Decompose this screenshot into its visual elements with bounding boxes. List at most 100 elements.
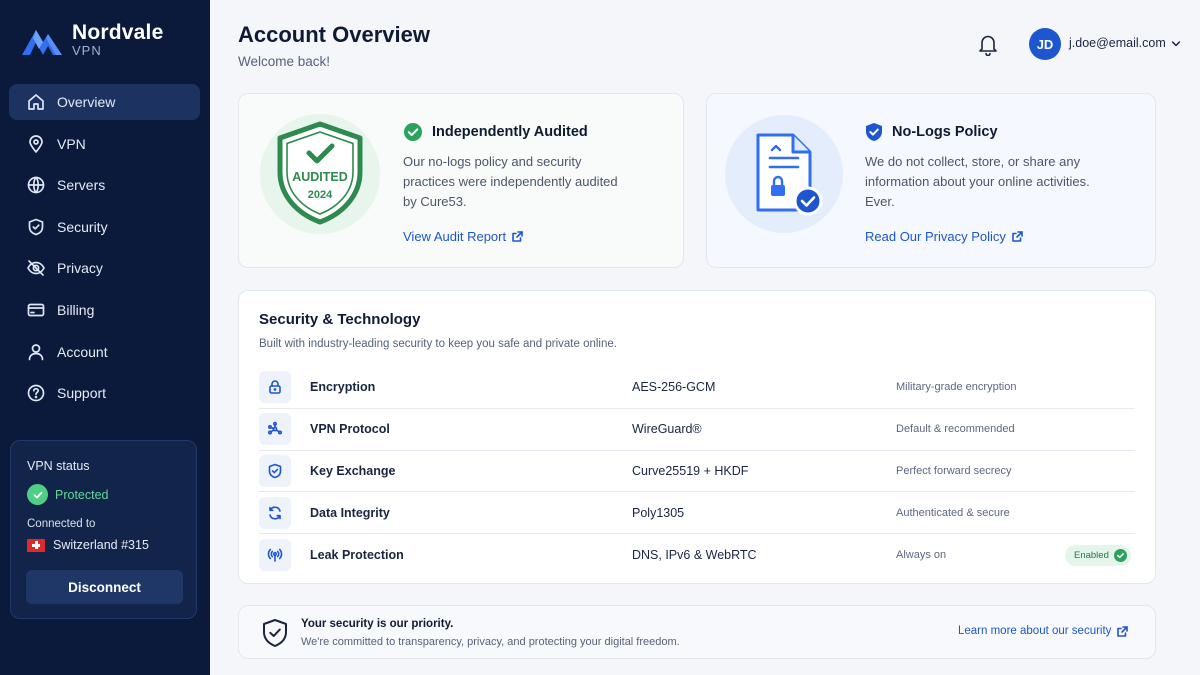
page-subtitle: Welcome back!: [238, 54, 331, 69]
security-table: Encryption AES-256-GCM Military-grade en…: [259, 367, 1135, 576]
audit-card-body: Our no-logs policy and security practice…: [403, 152, 618, 212]
vpn-status-title: VPN status: [27, 459, 90, 473]
shield-check-icon: [866, 123, 882, 141]
sidebar-item-support[interactable]: Support: [9, 375, 200, 411]
connected-server: Switzerland #315: [53, 538, 149, 552]
security-row-note: Authenticated & secure: [896, 506, 1010, 519]
check-circle-icon: [27, 484, 48, 505]
no-logs-body-line: We do not collect, store, or share any: [865, 154, 1081, 169]
home-icon: [28, 94, 44, 110]
security-row-note: Military-grade encryption: [896, 381, 1017, 394]
sidebar-item-privacy[interactable]: Privacy: [9, 250, 200, 286]
sidebar-item-security[interactable]: Security: [9, 209, 200, 245]
help-circle-icon: [27, 384, 45, 402]
disconnect-button[interactable]: Disconnect: [26, 570, 183, 604]
shield-check-icon: [259, 454, 291, 487]
vpn-status-row: Protected: [27, 484, 109, 505]
security-row-note: Perfect forward secrecy: [896, 464, 1012, 477]
audited-shield-icon: AUDITED 2024: [277, 121, 363, 225]
sidebar-item-label: Security: [57, 218, 108, 235]
nordvale-logo-icon: [22, 30, 62, 55]
lock-icon: [259, 371, 291, 404]
badge-year: 2024: [308, 189, 333, 201]
badge-text: AUDITED: [292, 170, 348, 184]
security-row-value: Curve25519 + HKDF: [632, 463, 749, 478]
sidebar-item-label: Privacy: [57, 260, 103, 277]
sidebar-item-billing[interactable]: Billing: [9, 292, 200, 328]
table-row: VPN Protocol WireGuard® Default & recomm…: [259, 409, 1135, 451]
sidebar-nav: Overview VPN Servers Security Privacy Bi…: [9, 84, 200, 417]
secure-document-icon: [756, 133, 823, 216]
user-icon: [28, 343, 44, 360]
globe-icon: [27, 176, 45, 194]
sidebar-item-label: Overview: [57, 94, 116, 110]
swiss-flag-icon: [27, 538, 45, 552]
table-row: Key Exchange Curve25519 + HKDF Perfect f…: [259, 451, 1135, 493]
brand[interactable]: Nordvale VPN: [20, 22, 163, 58]
no-logs-card-body: We do not collect, store, or share any i…: [865, 152, 1090, 212]
connected-label: Connected to: [27, 518, 96, 530]
security-row-value: DNS, IPv6 & WebRTC: [632, 548, 757, 563]
brand-sub: VPN: [72, 43, 102, 58]
page-title: Account Overview: [238, 22, 430, 47]
security-row-value: Poly1305: [632, 505, 685, 520]
audit-card-title: Independently Audited: [432, 124, 588, 140]
table-row: Encryption AES-256-GCM Military-grade en…: [259, 367, 1135, 409]
external-link-icon: [1117, 625, 1129, 637]
security-row-name: Leak Protection: [310, 548, 404, 563]
vpn-status-card: VPN status Protected Connected to Switze…: [10, 440, 197, 619]
sidebar-item-label: Servers: [57, 177, 106, 194]
chevron-down-icon[interactable]: [1171, 40, 1181, 48]
learn-more-label: Learn more about our security: [958, 625, 1112, 637]
sidebar-item-servers[interactable]: Servers: [9, 167, 200, 203]
security-row-name: Encryption: [310, 380, 376, 395]
table-row: Data Integrity Poly1305 Authenticated & …: [259, 492, 1135, 535]
sidebar: Nordvale VPN Overview VPN Servers Securi…: [0, 0, 210, 675]
security-technology-card: Security & Technology Built with industr…: [238, 290, 1156, 584]
security-row-note: Default & recommended: [896, 423, 1015, 436]
no-logs-body-line: information about your online activities…: [865, 174, 1090, 189]
sidebar-item-overview[interactable]: Overview: [9, 84, 200, 120]
notifications-bell-icon[interactable]: [977, 32, 999, 57]
sidebar-item-account[interactable]: Account: [9, 334, 200, 370]
no-logs-body-line: Ever.: [865, 194, 895, 209]
security-row-name: VPN Protocol: [310, 422, 390, 437]
security-row-value: WireGuard®: [632, 422, 702, 437]
no-logs-illustration: [725, 115, 843, 233]
eye-off-icon: [27, 260, 45, 277]
audit-body-line: by Cure53.: [403, 194, 467, 209]
table-row: Leak Protection DNS, IPv6 & WebRTC Alway…: [259, 534, 1135, 576]
network-icon: [259, 413, 291, 446]
security-row-note: Always on: [896, 549, 947, 562]
audit-card-header: Independently Audited: [403, 122, 588, 142]
audit-body-line: Our no-logs policy and security: [403, 154, 582, 169]
shield-check-icon: [263, 619, 287, 647]
privacy-policy-link[interactable]: Read Our Privacy Policy: [865, 229, 1023, 244]
privacy-policy-label: Read Our Privacy Policy: [865, 229, 1006, 244]
credit-card-icon: [27, 303, 45, 317]
no-logs-card: No-Logs Policy We do not collect, store,…: [706, 93, 1156, 268]
brand-name: Nordvale: [72, 21, 164, 44]
vpn-status-state: Protected: [55, 487, 109, 502]
check-circle-icon: [404, 123, 422, 141]
user-email[interactable]: j.doe@email.com: [1069, 36, 1166, 50]
learn-more-security-link[interactable]: Learn more about our security: [958, 625, 1129, 637]
location-pin-icon: [29, 134, 43, 153]
security-title: Security & Technology: [259, 311, 421, 328]
external-link-icon: [1012, 231, 1023, 242]
external-link-icon: [512, 231, 523, 242]
security-row-name: Key Exchange: [310, 463, 396, 478]
banner-subtitle: We're committed to transparency, privacy…: [301, 636, 680, 648]
sidebar-item-vpn[interactable]: VPN: [9, 126, 200, 162]
shield-icon: [28, 218, 44, 236]
refresh-icon: [259, 496, 291, 529]
view-audit-report-link[interactable]: View Audit Report: [403, 229, 523, 244]
security-subtitle: Built with industry-leading security to …: [259, 338, 617, 350]
signal-icon: [259, 539, 291, 572]
sidebar-item-label: Support: [57, 385, 107, 402]
check-circle-icon: [1113, 548, 1127, 562]
banner-title: Your security is our priority.: [301, 618, 454, 630]
avatar[interactable]: JD: [1029, 28, 1061, 60]
security-priority-banner: Your security is our priority. We're com…: [238, 605, 1156, 659]
view-audit-report-label: View Audit Report: [403, 229, 507, 244]
